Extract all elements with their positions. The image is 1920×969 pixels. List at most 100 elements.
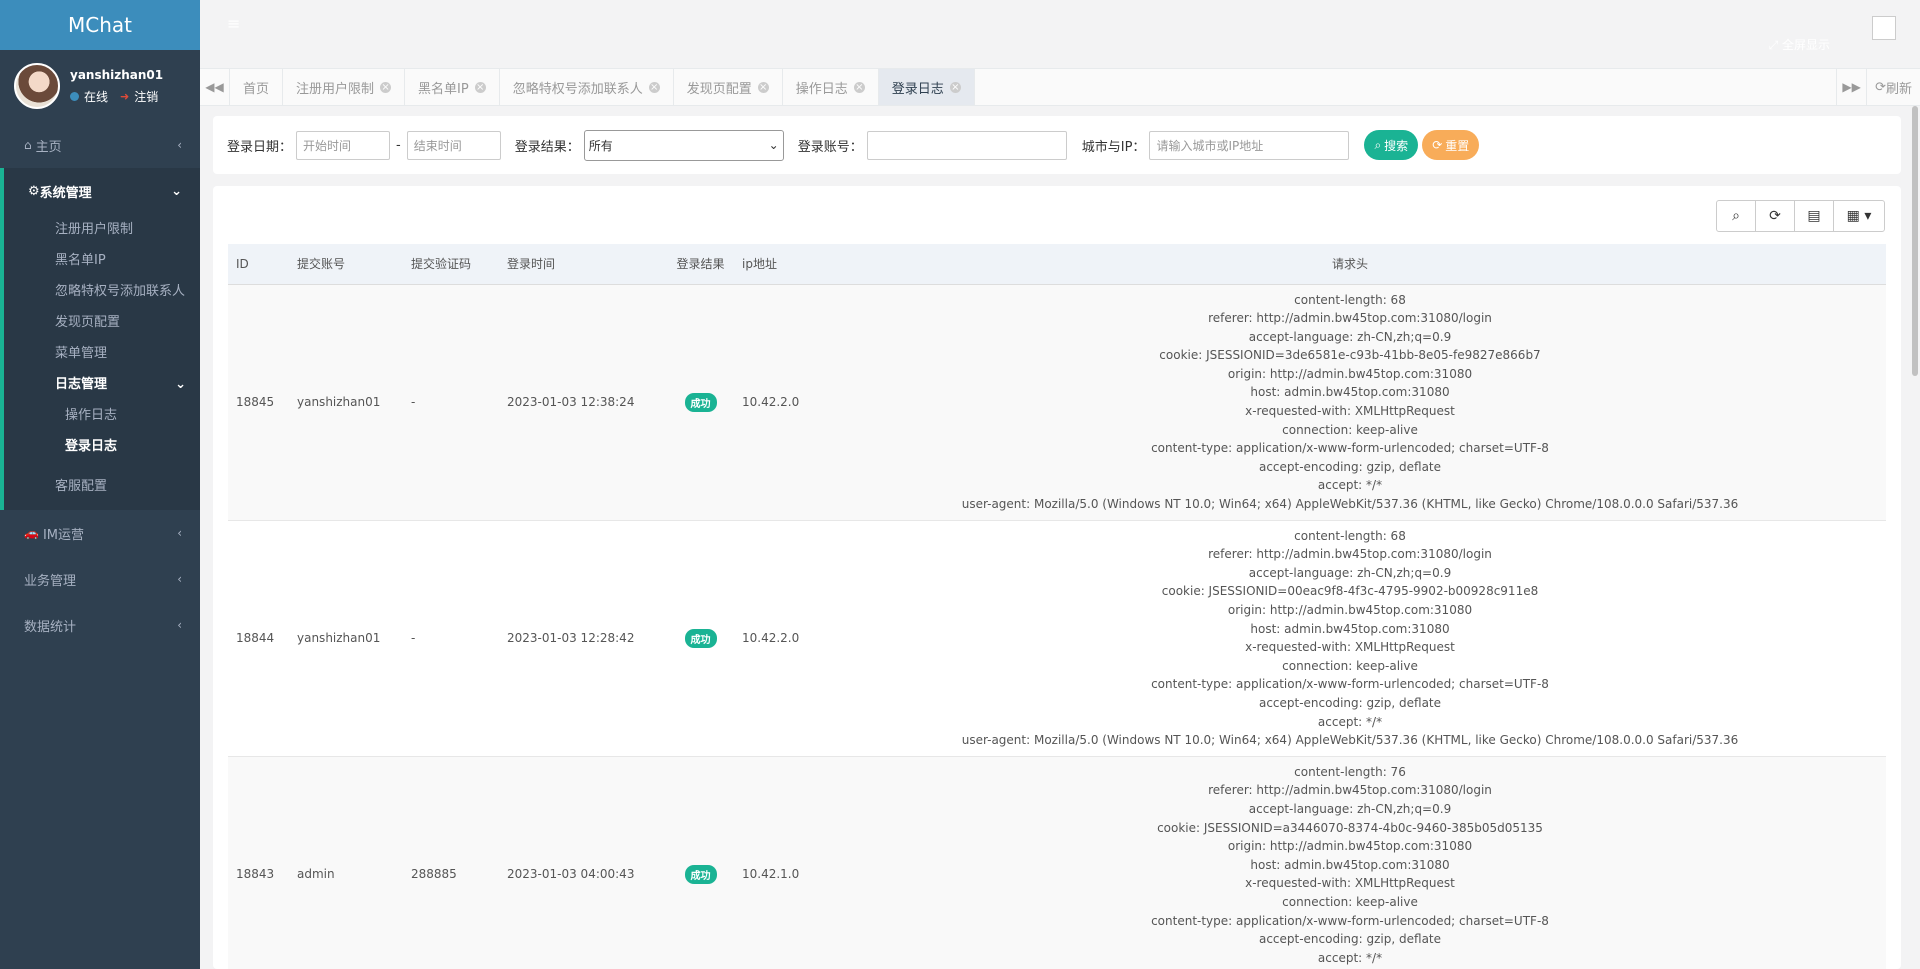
chevron-left-icon: ‹ [177,618,182,632]
table-row[interactable]: 18845 yanshizhan01 - 2023-01-03 12:38:24 成功 1… [228,284,1886,521]
toolbar-toggle-view-icon[interactable]: ▤ [1795,201,1834,231]
result-select[interactable]: 所有 ⌄ [583,129,784,161]
tab-4[interactable]: 发现页配置 × [674,69,783,105]
tab-3[interactable]: 忽略特权号添加联系人 × [500,69,674,105]
start-date-input[interactable]: 开始时间 [296,130,391,160]
cell-code: - [411,631,416,646]
tab-2[interactable]: 黑名单IP × [405,69,500,105]
date-separator: - [396,137,401,153]
nav-im-ops-label: IM运营 [42,527,85,543]
sidebar-item-login-log[interactable]: 登录日志 [4,431,200,462]
result-label: 登录结果： [514,139,580,155]
col-id[interactable]: ID [228,244,289,285]
header-line: content-length: 68 [1294,528,1406,543]
header-line: accept-language: zh-CN,zh;q=0.9 [1248,329,1452,344]
nav-business[interactable]: 业务管理 ‹ [0,556,200,602]
header-line: accept-language: zh-CN,zh;q=0.9 [1248,565,1452,580]
header-line: referer: http://admin.bw45top.com:31080/… [1208,311,1492,326]
tab-label: 登录日志 [891,81,944,97]
tab-5[interactable]: 操作日志 × [783,69,879,105]
sidebar-item-log-mgmt[interactable]: 日志管理 ⌄ [4,369,200,400]
online-dot-icon [70,91,79,101]
cell-id: 18845 [236,395,275,410]
close-icon[interactable]: × [648,81,660,93]
reset-button[interactable]: ⟳ 重置 [1422,130,1480,160]
header-line: accept-encoding: gzip, deflate [1258,459,1442,474]
tab-label: 注册用户限制 [296,81,375,97]
close-icon[interactable]: × [380,81,392,93]
online-status: 在线 [84,89,109,104]
tab-0[interactable]: 首页 [230,69,284,105]
cell-headers: content-length: 76 referer: http://admin.… [814,756,1886,969]
user-panel: yanshizhan01 在线 ➜ 注销 [0,50,200,122]
nav-system[interactable]: ⚙ 系统管理 ⌄ [4,168,200,214]
app-logo[interactable]: MChat [0,0,200,50]
chevron-left-icon: ‹ [177,572,182,586]
tab-label: 发现页配置 [686,81,752,97]
toolbar-refresh-icon[interactable]: ⟳ [1756,201,1795,231]
toolbar-columns-icon[interactable]: ▦ ▾ [1834,201,1884,231]
tabs-scroll-right-icon[interactable]: ▶▶ [1836,69,1866,105]
close-icon[interactable]: × [474,81,486,93]
col-ip[interactable]: ip地址 [734,244,814,285]
table-header-row: ID 提交账号 提交验证码 登录时间 登录结果 ip地址 请求头 [228,244,1886,285]
cell-account: admin [297,867,335,882]
nav-business-label: 业务管理 [24,573,77,589]
top-avatar[interactable] [1872,16,1896,40]
sidebar-item-discover-config[interactable]: 发现页配置 [4,307,200,338]
tab-6[interactable]: 登录日志 × [878,69,975,105]
header-line: accept: */* [1317,950,1383,965]
toolbar-search-icon[interactable]: ⌕ [1717,201,1756,231]
nav-stats[interactable]: 数据统计 ‹ [0,602,200,648]
sidebar-item-operation-log[interactable]: 操作日志 [4,400,200,431]
tab-1[interactable]: 注册用户限制 × [283,69,406,105]
header-line: x-requested-with: XMLHttpRequest [1245,404,1455,419]
header-line: host: admin.bw45top.com:31080 [1250,621,1450,636]
col-code[interactable]: 提交验证码 [403,244,499,285]
status-badge: 成功 [684,392,717,412]
col-time[interactable]: 登录时间 [499,244,667,285]
search-icon: ⌕ [1374,137,1382,152]
status-badge: 成功 [684,864,717,884]
nav-home-label: 主页 [35,139,62,155]
menu-toggle-icon[interactable]: ≡ [227,14,240,33]
cell-time: 2023-01-03 12:28:42 [507,631,635,646]
close-icon[interactable]: × [853,81,865,93]
col-headers[interactable]: 请求头 [814,244,1886,285]
header-line: accept-encoding: gzip, deflate [1258,932,1442,947]
logout-icon[interactable]: ➜ [120,90,129,103]
search-button-label: 搜索 [1384,138,1409,153]
close-icon[interactable]: × [949,81,961,93]
header-line: cookie: JSESSIONID=3de6581e-c93b-41bb-8e… [1159,348,1541,363]
header-line: user-agent: Mozilla/5.0 (Windows NT 10.0… [961,733,1739,748]
fullscreen-button[interactable]: ⤢ 全屏显示 [1769,36,1830,53]
table-row[interactable]: 18843 admin 288885 2023-01-03 04:00:43 成功 10.… [228,756,1886,969]
reset-button-label: 重置 [1445,138,1470,153]
col-result[interactable]: 登录结果 [667,244,734,285]
sidebar-item-cs-config[interactable]: 客服配置 [4,462,200,502]
car-icon: 🚗 [24,526,39,540]
sidebar-item-register-limit[interactable]: 注册用户限制 [4,214,200,245]
table-row[interactable]: 18844 yanshizhan01 - 2023-01-03 12:28:42 成功 1… [228,520,1886,757]
nav-home[interactable]: ⌂ 主页 ‹ [0,122,200,168]
header-line: origin: http://admin.bw45top.com:31080 [1227,839,1473,854]
header-line: content-length: 68 [1294,292,1406,307]
sidebar-item-menu-mgmt[interactable]: 菜单管理 [4,338,200,369]
cell-code: 288885 [411,867,457,882]
close-icon[interactable]: × [757,81,769,93]
nav-im-ops[interactable]: 🚗 IM运营 ‹ [0,510,200,556]
search-button[interactable]: ⌕ 搜索 [1364,130,1419,160]
logout-link[interactable]: 注销 [134,88,158,105]
account-input[interactable] [866,130,1067,160]
sidebar-item-blacklist-ip[interactable]: 黑名单IP [4,245,200,276]
end-date-input[interactable]: 结束时间 [406,130,501,160]
sidebar-item-ignore-privileged[interactable]: 忽略特权号添加联系人 [4,276,200,307]
topbar: ≡ ⤢ 全屏显示 [200,0,1920,60]
col-account[interactable]: 提交账号 [289,244,403,285]
tabs-scroll-left-icon[interactable]: ◀◀ [200,69,230,105]
page-scrollbar[interactable] [1912,106,1918,376]
result-select-value: 所有 [588,138,613,153]
header-line: accept-encoding: gzip, deflate [1258,695,1442,710]
city-ip-input[interactable]: 请输入城市或IP地址 [1149,130,1350,160]
refresh-button[interactable]: ⟳ 刷新 [1866,69,1920,105]
